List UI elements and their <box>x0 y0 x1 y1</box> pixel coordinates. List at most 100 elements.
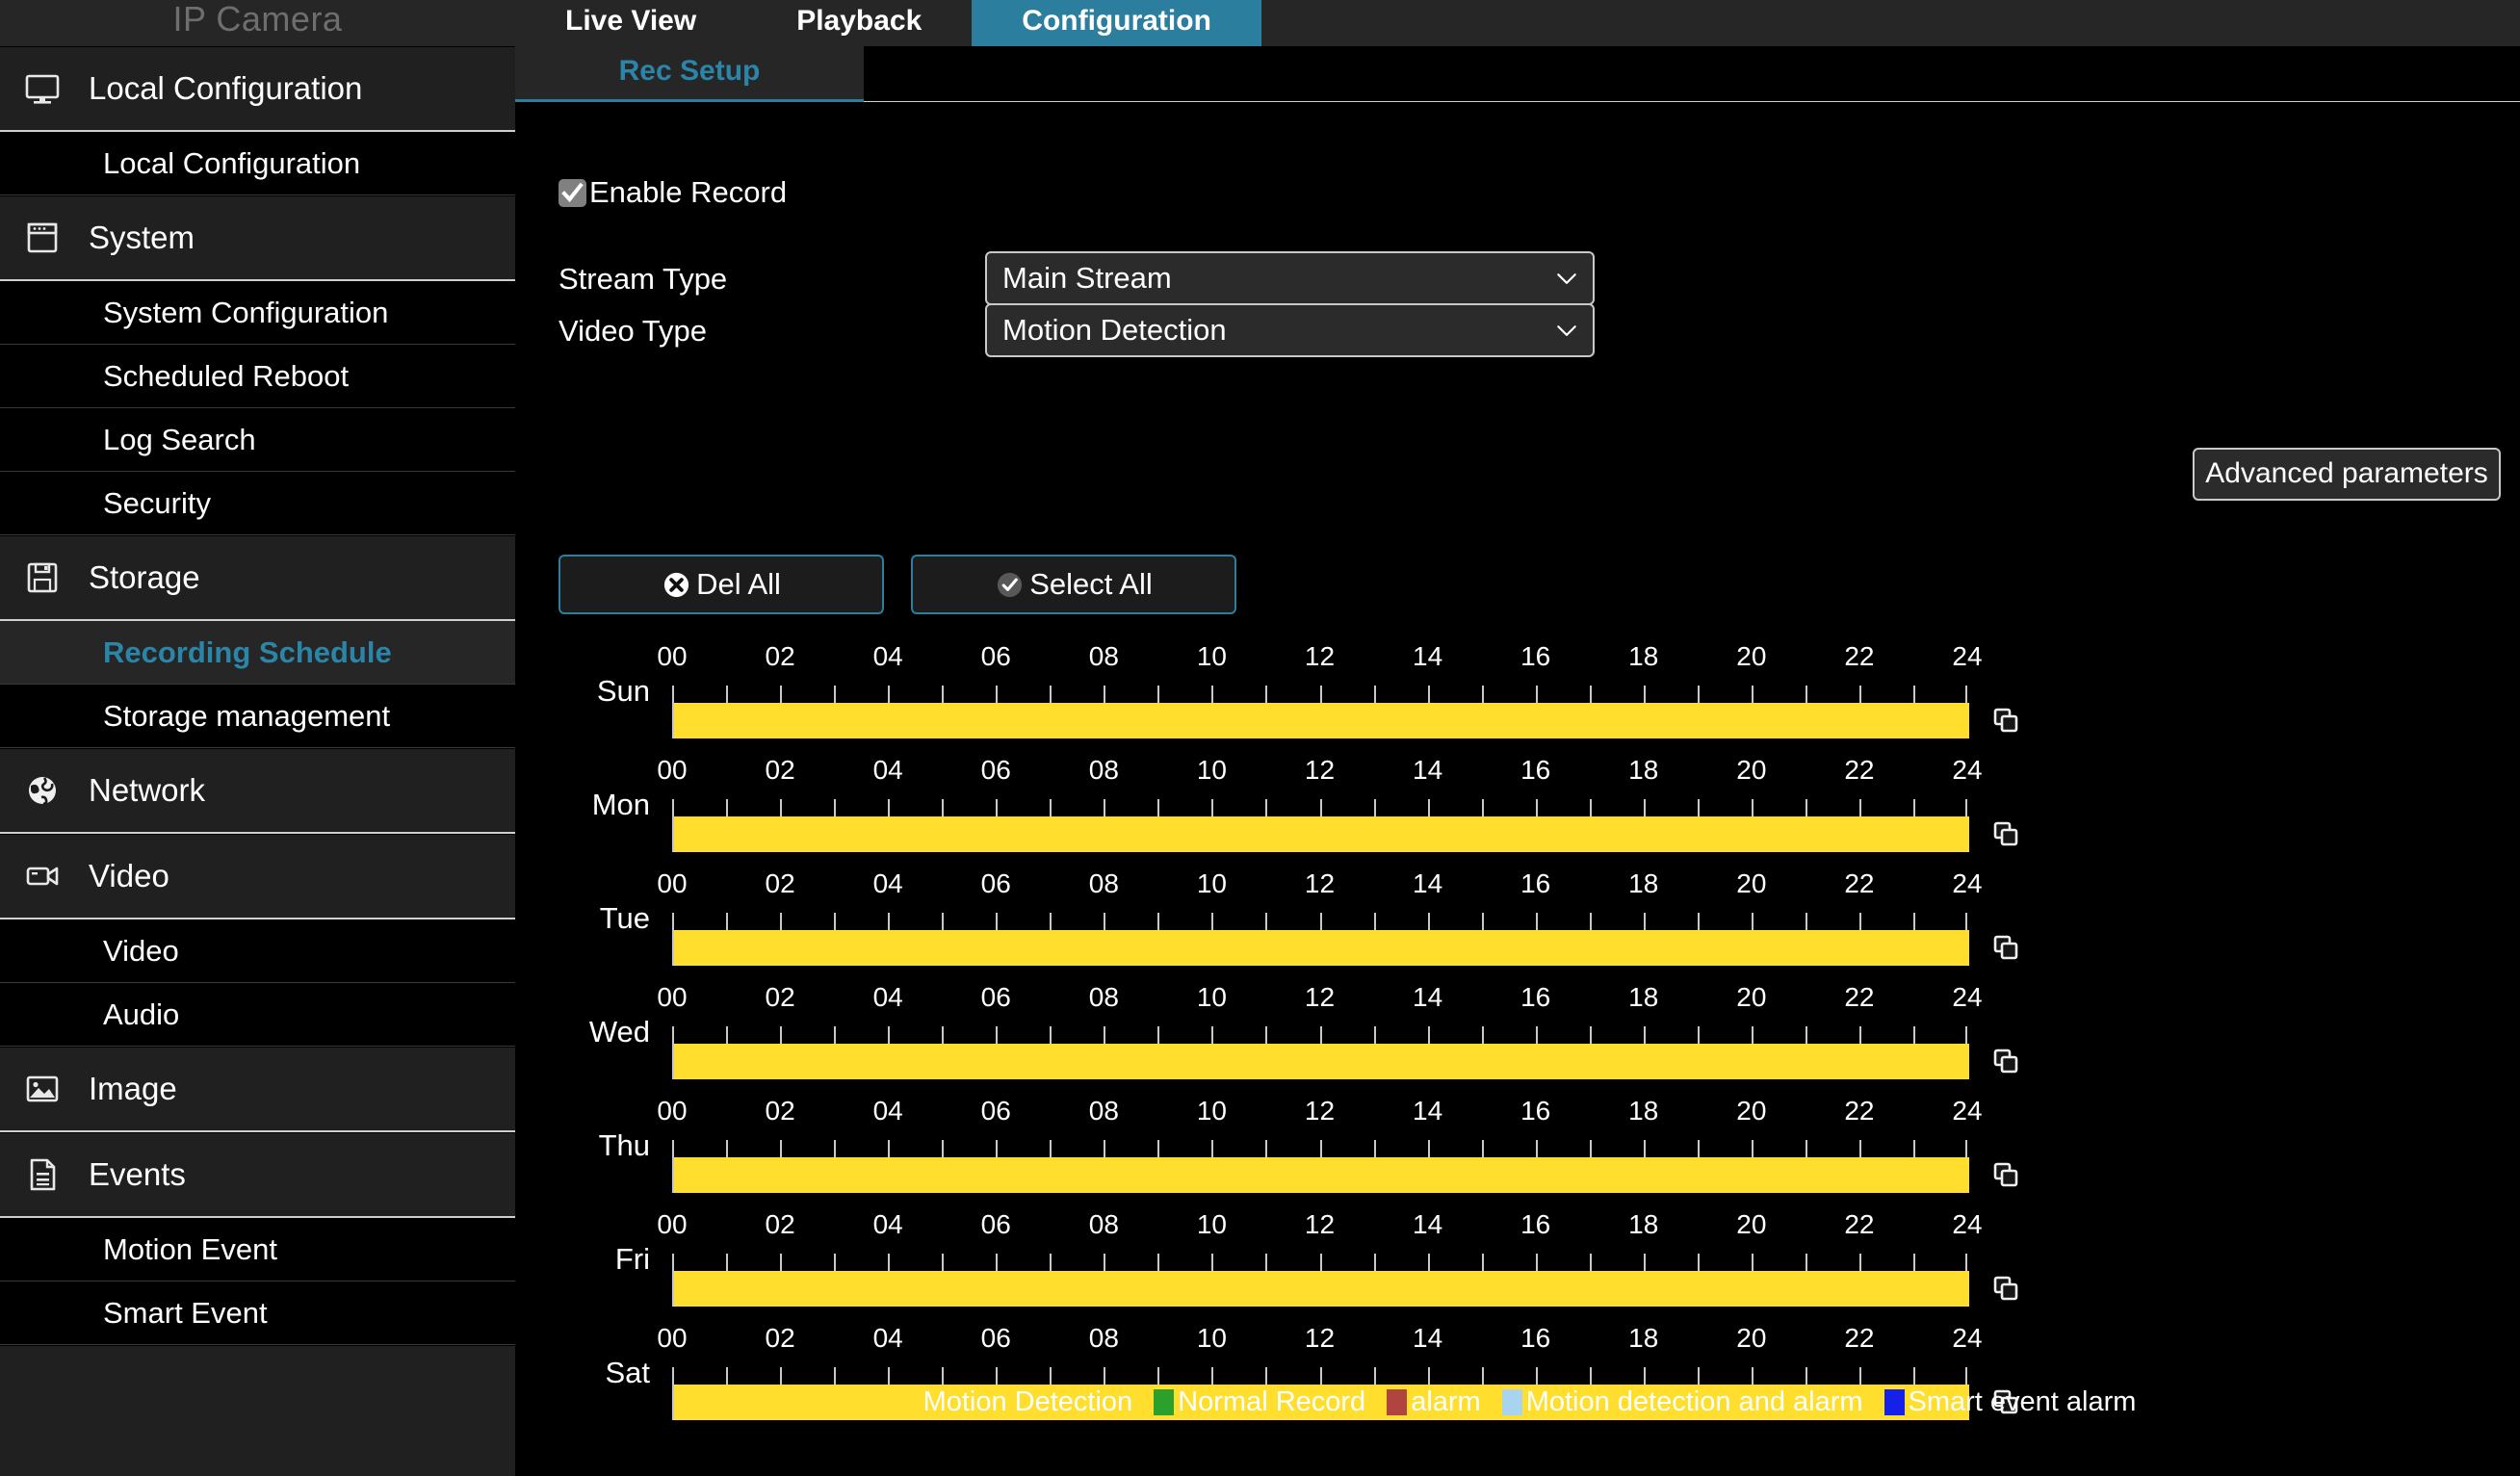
hour-tick <box>726 1254 728 1271</box>
hour-tick-label: 08 <box>1089 641 1119 672</box>
schedule-track[interactable]: 00020406081012141618202224 <box>672 1323 1967 1437</box>
sidebar-item-storage-management[interactable]: Storage management <box>0 685 515 748</box>
sidebar-item-video[interactable]: Video <box>0 919 515 983</box>
sidebar-group-events[interactable]: Events <box>0 1132 515 1218</box>
hour-tick-label: 08 <box>1089 1096 1119 1126</box>
schedule-bar-area[interactable] <box>672 816 1967 852</box>
copy-icon[interactable] <box>1990 705 2021 736</box>
hour-tick-label: 04 <box>873 982 903 1013</box>
tab-live-view[interactable]: Live View <box>515 0 746 46</box>
sidebar-item-label: Log Search <box>103 423 256 457</box>
schedule-bar-area[interactable] <box>672 1044 1967 1079</box>
sidebar-group-storage[interactable]: Storage <box>0 535 515 621</box>
sidebar-group-label: Network <box>89 772 205 809</box>
hour-axis-labels: 00020406081012141618202224 <box>672 982 1967 1021</box>
hour-tick <box>942 1367 944 1385</box>
hour-tick-label: 16 <box>1520 1209 1550 1240</box>
sidebar-group-video[interactable]: Video <box>0 834 515 919</box>
hour-tick <box>888 686 890 703</box>
copy-icon[interactable] <box>1990 932 2021 963</box>
hour-tick <box>834 1367 836 1385</box>
select-all-button[interactable]: Select All <box>911 555 1236 614</box>
delete-circle-icon <box>662 570 691 600</box>
ip-camera-configuration-page: IP Camera Live ViewPlaybackConfiguration… <box>0 0 2520 1476</box>
hour-tick <box>1374 1140 1376 1157</box>
schedule-track[interactable]: 00020406081012141618202224 <box>672 641 1967 755</box>
hour-tick <box>1698 913 1700 930</box>
sidebar-item-scheduled-reboot[interactable]: Scheduled Reboot <box>0 345 515 408</box>
del-all-button[interactable]: Del All <box>559 555 884 614</box>
schedule-segment[interactable] <box>674 816 1969 852</box>
copy-icon[interactable] <box>1990 818 2021 849</box>
hour-tick-label: 06 <box>981 1323 1011 1354</box>
copy-icon[interactable] <box>1990 1273 2021 1304</box>
sidebar-group-image[interactable]: Image <box>0 1047 515 1132</box>
hour-tick <box>1644 686 1646 703</box>
schedule-bar-area[interactable] <box>672 930 1967 966</box>
schedule-day-label: Sun <box>544 674 650 709</box>
hour-tick <box>942 1140 944 1157</box>
hour-tick <box>1965 799 1967 816</box>
hour-tick <box>1590 799 1592 816</box>
advanced-parameters-button[interactable]: Advanced parameters <box>2193 448 2501 501</box>
sidebar-item-smart-event[interactable]: Smart Event <box>0 1282 515 1345</box>
schedule-segment[interactable] <box>674 1157 1969 1193</box>
hour-tick-label: 04 <box>873 1323 903 1354</box>
sidebar-group-local-configuration[interactable]: Local Configuration <box>0 46 515 132</box>
hour-tick <box>780 1140 782 1157</box>
hour-tick-label: 24 <box>1952 868 1982 899</box>
hour-tick-label: 02 <box>766 1323 795 1354</box>
sidebar-item-label: Motion Event <box>103 1232 277 1267</box>
hour-tick <box>1428 686 1430 703</box>
hour-tick <box>1050 1140 1052 1157</box>
sidebar-item-system-configuration[interactable]: System Configuration <box>0 281 515 345</box>
copy-icon[interactable] <box>1990 1159 2021 1190</box>
sidebar-item-log-search[interactable]: Log Search <box>0 408 515 472</box>
stream-type-select[interactable]: Main Stream <box>985 251 1595 305</box>
schedule-segment[interactable] <box>674 1271 1969 1307</box>
legend-color-swatch <box>1387 1389 1407 1415</box>
sidebar-item-audio[interactable]: Audio <box>0 983 515 1047</box>
hour-tick <box>1965 913 1967 930</box>
hour-tick <box>1320 1140 1322 1157</box>
schedule-day-label: Fri <box>544 1242 650 1277</box>
hour-tick-label: 18 <box>1628 1209 1658 1240</box>
schedule-bar-area[interactable] <box>672 1157 1967 1193</box>
schedule-track[interactable]: 00020406081012141618202224 <box>672 1209 1967 1323</box>
hour-tick-label: 18 <box>1628 1323 1658 1354</box>
hour-tick-label: 04 <box>873 868 903 899</box>
hour-tick-label: 08 <box>1089 868 1119 899</box>
video-type-select[interactable]: Motion Detection <box>985 303 1595 357</box>
schedule-row: Fri00020406081012141618202224 <box>515 1209 2520 1323</box>
schedule-track[interactable]: 00020406081012141618202224 <box>672 1096 1967 1209</box>
tab-playback[interactable]: Playback <box>746 0 972 46</box>
hour-tick <box>1644 1026 1646 1044</box>
tab-rec-setup[interactable]: Rec Setup <box>515 46 864 99</box>
stream-type-value: Main Stream <box>1002 261 1554 296</box>
schedule-segment[interactable] <box>674 703 1969 738</box>
hour-tick-label: 12 <box>1305 1323 1335 1354</box>
schedule-track[interactable]: 00020406081012141618202224 <box>672 755 1967 868</box>
hour-tick-label: 02 <box>766 641 795 672</box>
sidebar-group-network[interactable]: Network <box>0 748 515 834</box>
hour-tick <box>1428 1026 1430 1044</box>
legend-color-swatch <box>1154 1389 1174 1415</box>
sidebar-item-security[interactable]: Security <box>0 472 515 535</box>
monitor-icon <box>21 67 64 110</box>
schedule-bar-area[interactable] <box>672 703 1967 738</box>
hour-tick <box>780 1026 782 1044</box>
sidebar-item-local-configuration[interactable]: Local Configuration <box>0 132 515 195</box>
enable-record-checkbox[interactable] <box>559 179 586 207</box>
schedule-row: Sun 00020406081012141618202224 <box>515 641 2520 755</box>
schedule-track[interactable]: 00020406081012141618202224 <box>672 868 1967 982</box>
copy-icon[interactable] <box>1990 1046 2021 1076</box>
sidebar-item-label: Scheduled Reboot <box>103 359 349 394</box>
schedule-segment[interactable] <box>674 1044 1969 1079</box>
schedule-segment[interactable] <box>674 930 1969 966</box>
sidebar-item-recording-schedule[interactable]: Recording Schedule <box>0 621 515 685</box>
schedule-track[interactable]: 00020406081012141618202224 <box>672 982 1967 1096</box>
sidebar-item-motion-event[interactable]: Motion Event <box>0 1218 515 1282</box>
schedule-bar-area[interactable] <box>672 1271 1967 1307</box>
tab-configuration[interactable]: Configuration <box>972 0 1261 46</box>
sidebar-group-system[interactable]: System <box>0 195 515 281</box>
